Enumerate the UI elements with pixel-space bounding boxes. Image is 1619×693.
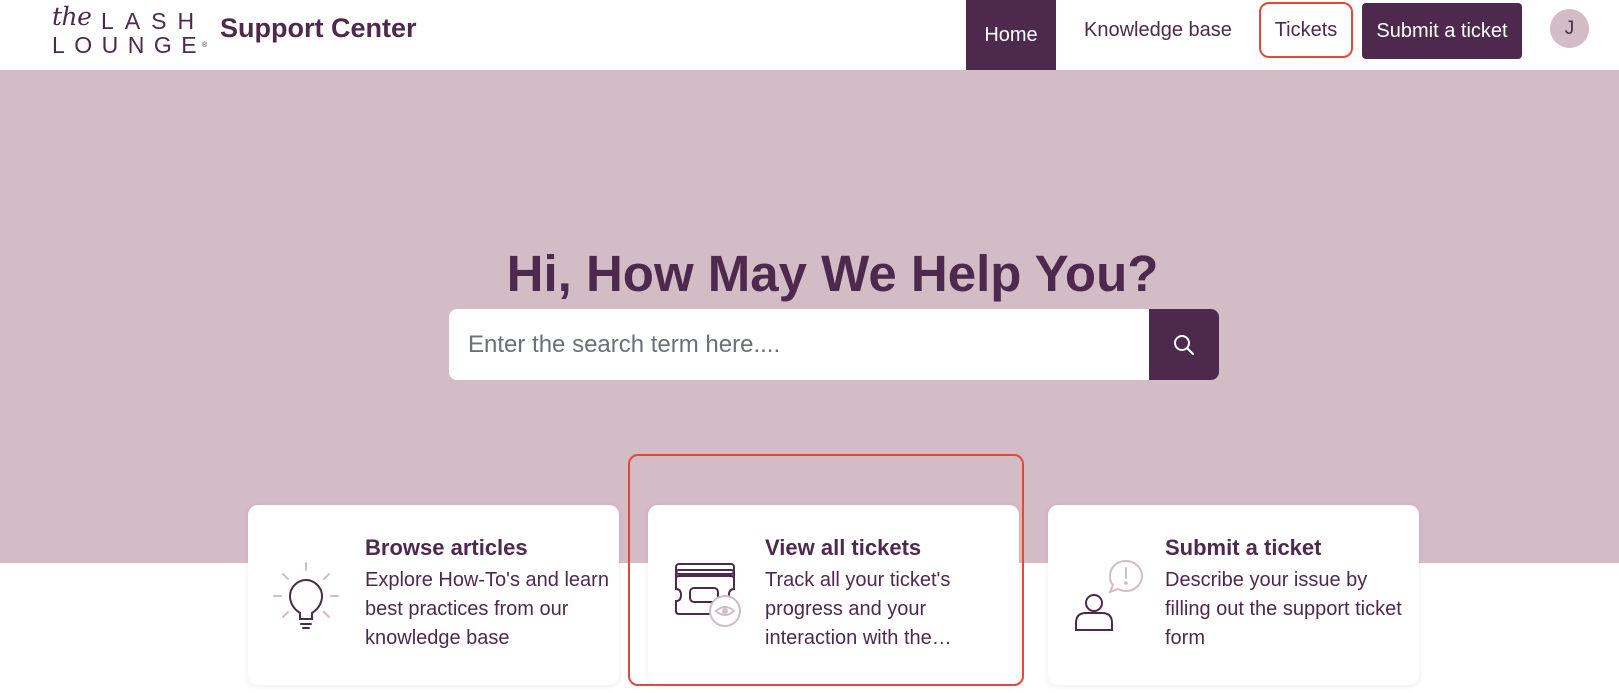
card-description: Track all your ticket's progress and you… [765,569,952,649]
lash-lounge-logo[interactable]: the LASH LOUNGE ® [52,2,208,58]
search-input[interactable] [449,309,1149,380]
user-avatar[interactable]: J [1550,9,1589,48]
search-button[interactable] [1149,309,1219,380]
search-bar [449,309,1219,380]
lightbulb-icon [273,562,339,629]
search-icon [1174,334,1194,355]
view-all-tickets-card[interactable]: View all tickets Track all your ticket's… [648,505,1019,685]
card-description: Explore How-To's and learn best practice… [365,569,609,649]
card-title: View all tickets [765,535,922,560]
logo-registered-mark: ® [202,42,208,49]
site-header: the LASH LOUNGE ® Support Center Home Kn… [0,0,1619,70]
submit-ticket-card[interactable]: Submit a ticket Describe your issue by f… [1048,505,1419,685]
card-title: Submit a ticket [1165,535,1322,560]
browse-articles-card[interactable]: Browse articles Explore How-To's and lea… [248,505,619,685]
nav-tickets[interactable]: Tickets [1259,2,1353,58]
hero-title: Hi, How May We Help You? [506,245,1159,302]
tickets-eye-icon [675,563,741,627]
logo-script-text: the [52,2,92,31]
submit-ticket-button[interactable]: Submit a ticket [1362,3,1522,59]
site-title[interactable]: Support Center [220,13,417,44]
logo-line-1: LASH [101,8,206,34]
nav-knowledge-base[interactable]: Knowledge base [1066,0,1250,60]
person-alert-icon [1075,559,1144,631]
card-description: Describe your issue by filling out the s… [1165,569,1402,649]
card-title: Browse articles [365,535,528,560]
nav-home[interactable]: Home [966,0,1056,70]
logo-line-2: LOUNGE [52,32,207,58]
